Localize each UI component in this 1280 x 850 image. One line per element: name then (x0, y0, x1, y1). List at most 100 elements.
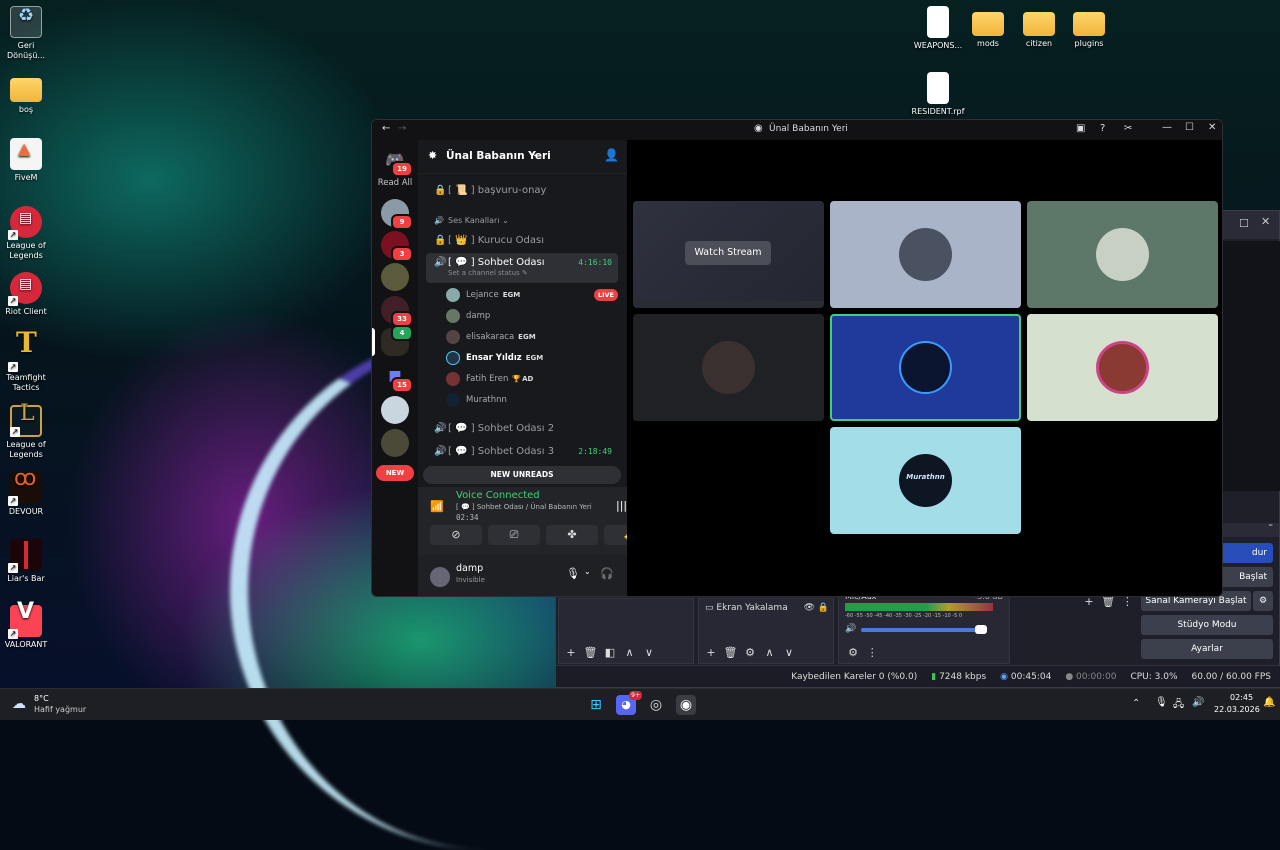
desktop-icon-recycle-bin[interactable]: Geri Dönüşü... (0, 6, 52, 61)
channel-sohbet-odasi-3[interactable]: 🔊[ 💬 ] Sohbet Odası 3 2:18:49 (426, 442, 618, 462)
new-pill[interactable]: NEW (376, 465, 414, 481)
camera-button[interactable]: ⊘ (430, 525, 482, 545)
up-icon[interactable]: ∧ (762, 646, 778, 659)
participant-tile[interactable] (633, 314, 824, 421)
server-icon[interactable]: 33 (381, 296, 413, 327)
back-arrow-icon[interactable]: ← (382, 123, 390, 134)
desktop-icon-devour[interactable]: ↗ DEVOUR (0, 472, 52, 517)
voice-user[interactable]: Lejance EGM LIVE (446, 286, 618, 304)
chevron-up-icon[interactable]: ⌃ (1132, 698, 1140, 709)
server-icon[interactable] (381, 396, 409, 424)
start-streaming-button[interactable]: dur (1215, 543, 1273, 563)
volume-icon[interactable]: 🔊 (1192, 697, 1204, 708)
down-icon[interactable]: ∨ (641, 646, 657, 659)
connection-signal-icon[interactable]: 📶 (430, 500, 444, 513)
desktop-icon-league-of-legends-2[interactable]: ↗ League of Legends (0, 405, 52, 460)
voice-user[interactable]: Fatih Eren 🏆AD (446, 370, 533, 388)
voice-channel-path[interactable]: [ 💬 ] Sohbet Odası / Ünal Babanın Yeri (456, 503, 592, 511)
delete-icon[interactable]: 🗑 (583, 646, 599, 659)
volume-slider[interactable] (861, 628, 981, 632)
server-icon-unal[interactable]: 4 (381, 325, 413, 356)
voice-user[interactable]: Murathnn (446, 391, 507, 409)
user-name[interactable]: damp (456, 563, 483, 574)
discord-icon[interactable]: ◕ 9+ (616, 691, 642, 715)
category-voice-channels[interactable]: 🔊 Ses Kanalları ⌄ (426, 211, 618, 231)
voice-user[interactable]: Ensar Yıldız EGM (446, 349, 543, 367)
participant-tile-speaking[interactable] (830, 314, 1021, 421)
microphone-icon[interactable]: 🎙 (566, 567, 580, 580)
read-all-button[interactable]: Read All (374, 178, 416, 188)
help-icon[interactable]: ? (1100, 123, 1105, 134)
close-icon[interactable]: ✕ (1208, 122, 1216, 133)
forward-arrow-icon[interactable]: → (398, 123, 406, 134)
participant-tile[interactable] (1027, 314, 1218, 421)
stream-tile[interactable]: Watch Stream (633, 201, 824, 308)
start-recording-button[interactable]: Başlat (1215, 567, 1273, 587)
gear-icon[interactable]: ⚙ (742, 646, 758, 659)
speaker-icon[interactable]: 🔊 (845, 624, 856, 634)
headphones-icon[interactable]: 🎧 (600, 567, 614, 580)
notification-bell-icon[interactable]: 🔔 (1263, 697, 1275, 708)
up-icon[interactable]: ∧ (622, 646, 638, 659)
desktop-icon-bos[interactable]: boş (0, 72, 52, 115)
close-icon[interactable]: ✕ (1261, 215, 1270, 228)
desktop-icon-riot-client[interactable]: ↗ Riot Client (0, 272, 52, 317)
network-icon[interactable]: 🖧 (1173, 697, 1184, 714)
lock-icon[interactable]: 🔒 (818, 603, 829, 613)
server-icon[interactable]: 9 (381, 199, 413, 230)
desktop-icon-teamfight-tactics[interactable]: ↗ Teamfight Tactics (0, 338, 52, 393)
voice-user[interactable]: damp (446, 307, 490, 325)
weather-desc[interactable]: Hafif yağmur (34, 705, 86, 714)
tools-icon[interactable]: ✂ (1124, 123, 1132, 134)
voice-user[interactable]: elisakaraca EGM (446, 328, 536, 346)
desktop-icon-valorant[interactable]: ↗ VALORANT (0, 605, 52, 650)
voice-connected-label[interactable]: Voice Connected (456, 490, 540, 501)
volume-slider-handle[interactable] (975, 625, 987, 634)
microphone-icon[interactable]: 🎙 (1155, 697, 1168, 708)
channel-sohbet-odasi[interactable]: 🔊[ 💬 ] Sohbet Odası 4:16:10 Set a channe… (426, 253, 618, 283)
share-screen-button[interactable]: ⎚ (488, 525, 540, 545)
server-icon[interactable] (381, 263, 409, 291)
participant-tile[interactable] (830, 201, 1021, 308)
desktop-icon-weapons-file[interactable]: WEAPONS... (911, 6, 965, 51)
settings-button[interactable]: Ayarlar (1141, 639, 1273, 659)
server-header[interactable]: ✸ Ünal Babanın Yeri ⌄ 👤 (418, 140, 627, 174)
add-icon[interactable]: + (703, 646, 719, 659)
desktop-icon-citizen[interactable]: citizen (1013, 6, 1065, 49)
add-member-icon[interactable]: 👤 (604, 148, 619, 162)
delete-icon[interactable]: 🗑 (723, 646, 739, 659)
channel-basvuru-onay[interactable]: 🔒[ 📜 ] başvuru-onay (426, 181, 618, 201)
maximize-icon[interactable]: ☐ (1239, 217, 1249, 230)
virtual-camera-settings-icon[interactable]: ⚙ (1253, 591, 1273, 611)
server-icon[interactable]: 3 (381, 231, 413, 262)
desktop-icon-fivem[interactable]: FiveM (0, 138, 52, 183)
channel-sohbet-odasi-2[interactable]: 🔊[ 💬 ] Sohbet Odası 2 (426, 419, 618, 439)
chrome-icon[interactable]: ◎ (646, 695, 666, 715)
desktop-icon-league-of-legends[interactable]: ↗ League of Legends (0, 206, 52, 261)
clock-time[interactable]: 02:45 (1230, 693, 1253, 702)
source-item[interactable]: ▭ Ekran Yakalama 👁 🔒 (705, 603, 829, 613)
studio-mode-button[interactable]: Stüdyo Modu (1141, 615, 1273, 635)
minimize-icon[interactable]: — (1162, 122, 1172, 133)
activities-button[interactable]: ✤ (546, 525, 598, 545)
chevron-down-icon[interactable]: ⌄ (584, 567, 591, 576)
noise-suppression-icon[interactable]: ||| (616, 499, 627, 512)
desktop-icon-resident-rpf[interactable]: RESIDENT.rpf (909, 72, 967, 117)
clock-date[interactable]: 22.03.2026 (1214, 705, 1260, 714)
new-unreads-button[interactable]: NEW UNREADS (423, 466, 621, 484)
direct-messages-icon[interactable]: 🎮 19 (381, 146, 413, 177)
desktop-icon-mods[interactable]: mods (962, 6, 1014, 49)
gear-icon[interactable]: ⚙ (845, 646, 861, 659)
channel-kurucu-odasi[interactable]: 🔒[ 👑 ] Kurucu Odası (426, 231, 618, 251)
obs-icon[interactable]: ◉ (676, 695, 696, 715)
filter-icon[interactable]: ◧ (602, 646, 618, 659)
watch-stream-button[interactable]: Watch Stream (685, 241, 771, 265)
channel-status-prompt[interactable]: Set a channel status ✎ (448, 267, 528, 279)
add-icon[interactable]: + (563, 646, 579, 659)
inbox-icon[interactable]: ▣ (1076, 123, 1085, 134)
down-icon[interactable]: ∨ (781, 646, 797, 659)
cloud-rain-icon[interactable]: ☁ (12, 696, 26, 712)
desktop-icon-plugins[interactable]: plugins (1063, 6, 1115, 49)
windows-start-icon[interactable]: ⊞ (586, 695, 606, 715)
eye-icon[interactable]: 👁 (804, 603, 815, 613)
